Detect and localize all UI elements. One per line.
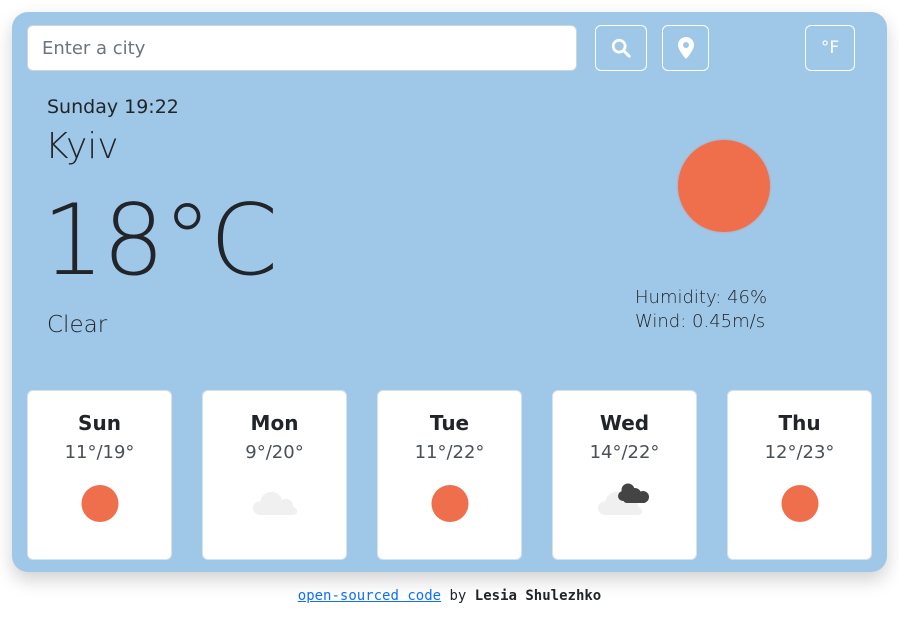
forecast-day-card: Thu 12°/23° bbox=[727, 390, 872, 560]
map-marker-icon bbox=[677, 37, 694, 59]
forecast-day: Mon bbox=[250, 411, 299, 435]
current-location-button[interactable] bbox=[662, 25, 709, 71]
sun-icon bbox=[81, 485, 118, 522]
footer: open-sourced code by Lesia Shulezhko bbox=[0, 588, 899, 604]
search-icon bbox=[611, 38, 631, 58]
weather-card: °F Sunday 19:22 Kyiv 18°C Clear Humidity… bbox=[12, 12, 887, 572]
forecast-day: Wed bbox=[599, 411, 650, 435]
wind-text: Wind: 0.45m/s bbox=[635, 311, 766, 332]
forecast-temp: 11°/22° bbox=[414, 442, 485, 463]
forecast-day: Thu bbox=[778, 411, 821, 435]
forecast-day-card: Mon 9°/20° bbox=[202, 390, 347, 560]
search-button[interactable] bbox=[595, 25, 647, 71]
forecast-day: Tue bbox=[429, 411, 470, 435]
humidity-text: Humidity: 46% bbox=[635, 287, 768, 308]
cloud-icon bbox=[252, 492, 297, 515]
sun-icon bbox=[781, 485, 818, 522]
weather-description: Clear bbox=[47, 312, 108, 338]
author-name: Lesia Shulezhko bbox=[474, 588, 602, 604]
forecast-day-card: Wed 14°/22° bbox=[552, 390, 697, 560]
sun-icon bbox=[431, 485, 468, 522]
fahrenheit-toggle-button[interactable]: °F bbox=[805, 25, 855, 71]
sun-icon bbox=[678, 140, 770, 232]
current-date: Sunday 19:22 bbox=[47, 96, 179, 118]
forecast-temp: 9°/20° bbox=[245, 442, 304, 463]
dark-clouds-icon bbox=[597, 483, 649, 515]
forecast-temp: 14°/22° bbox=[589, 442, 660, 463]
open-sourced-code-link[interactable]: open-sourced code bbox=[298, 588, 441, 604]
forecast-day: Sun bbox=[78, 411, 121, 435]
city-search-input[interactable] bbox=[27, 25, 577, 71]
forecast-day-card: Sun 11°/19° bbox=[27, 390, 172, 560]
forecast-day-card: Tue 11°/22° bbox=[377, 390, 522, 560]
current-temperature: 18°C bbox=[42, 184, 278, 298]
forecast-temp: 11°/19° bbox=[64, 442, 135, 463]
footer-by-text: by bbox=[449, 588, 467, 604]
weather-details: Humidity: 46% Wind: 0.45m/s bbox=[635, 286, 767, 334]
forecast-temp: 12°/23° bbox=[764, 442, 835, 463]
city-name: Kyiv bbox=[45, 126, 119, 167]
